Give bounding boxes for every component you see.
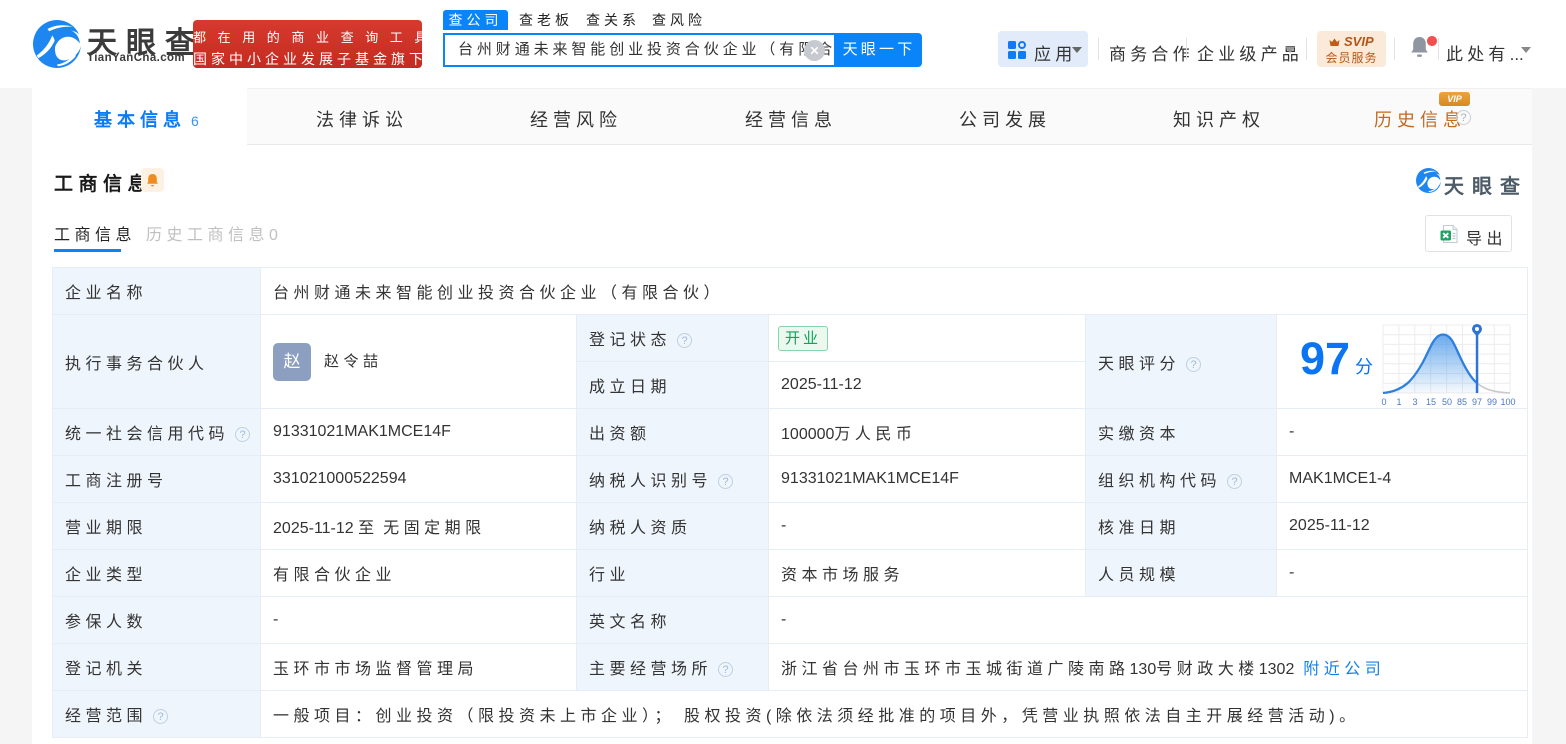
svg-text:85: 85: [1457, 397, 1467, 407]
svg-text:100: 100: [1501, 397, 1516, 407]
svg-text:3: 3: [1413, 397, 1418, 407]
svg-text:97: 97: [1472, 397, 1482, 407]
svg-text:1: 1: [1397, 397, 1402, 407]
svg-text:50: 50: [1442, 397, 1452, 407]
svg-text:15: 15: [1426, 397, 1436, 407]
svg-text:99: 99: [1487, 397, 1497, 407]
svg-text:0: 0: [1382, 397, 1387, 407]
